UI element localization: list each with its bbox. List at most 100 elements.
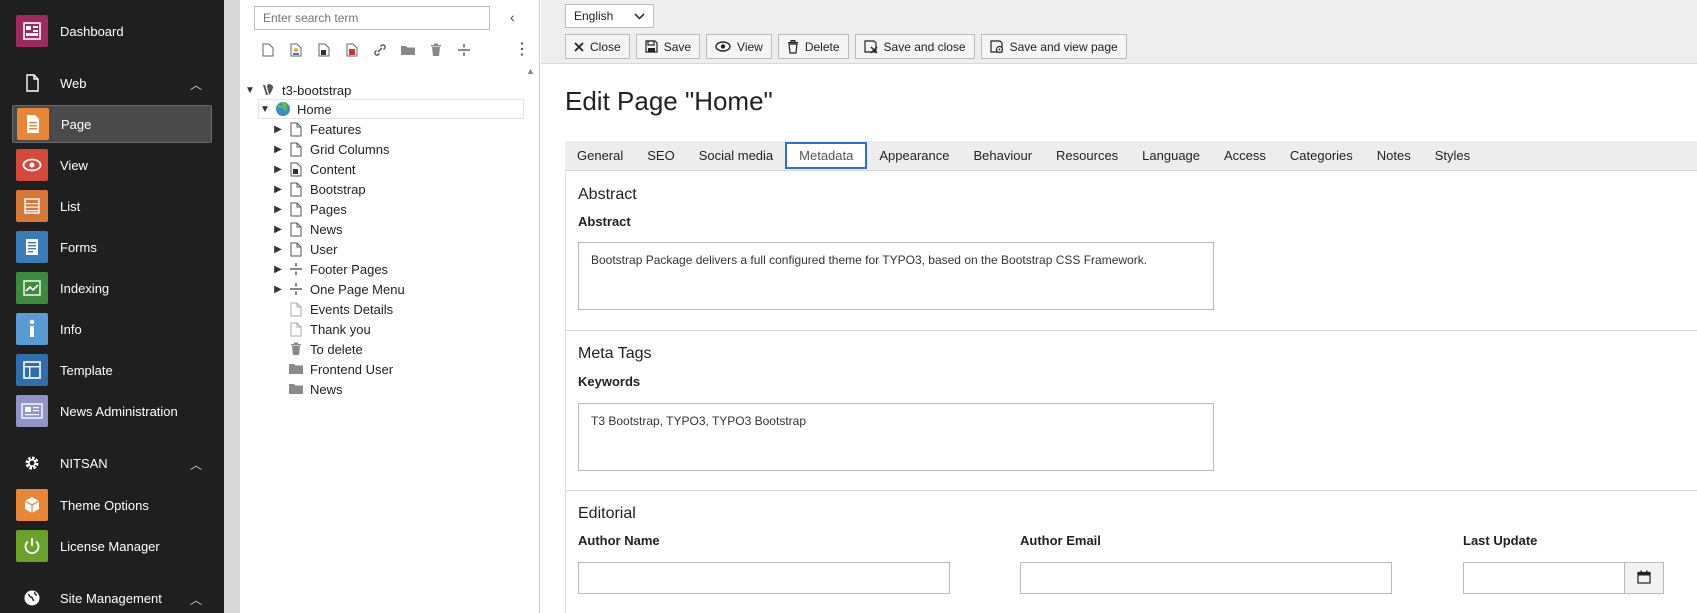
- tree-node[interactable]: To delete: [272, 339, 363, 359]
- tab-seo[interactable]: SEO: [635, 141, 686, 170]
- tab-styles[interactable]: Styles: [1423, 141, 1482, 170]
- tree-node[interactable]: ▶ One Page Menu: [272, 279, 405, 299]
- tree-search-input[interactable]: [254, 6, 490, 30]
- collapse-tree-icon[interactable]: ‹: [510, 9, 515, 25]
- tree-root[interactable]: ▼ t3-bootstrap: [244, 80, 351, 100]
- divider-icon[interactable]: [450, 40, 478, 60]
- tab-social-media[interactable]: Social media: [687, 141, 785, 170]
- tab-metadata[interactable]: Metadata: [785, 142, 868, 169]
- caret-right-icon[interactable]: ▶: [272, 164, 284, 175]
- calendar-button[interactable]: [1624, 562, 1664, 594]
- folder-icon[interactable]: [394, 40, 422, 60]
- caret-right-icon[interactable]: ▶: [272, 264, 284, 275]
- tree-node[interactable]: ▶ News: [272, 219, 343, 239]
- backend-user-page-icon[interactable]: [282, 40, 310, 60]
- group-web[interactable]: Web ︿: [12, 68, 212, 98]
- save-and-view-button[interactable]: Save and view page: [980, 34, 1127, 59]
- group-label: Site Management: [60, 590, 162, 606]
- tree-node-home[interactable]: ▼ Home: [258, 99, 524, 119]
- author-email-input[interactable]: [1020, 562, 1392, 594]
- tree-node-label: To delete: [310, 341, 363, 357]
- tab-categories[interactable]: Categories: [1278, 141, 1365, 170]
- save-button[interactable]: Save: [635, 34, 701, 59]
- tab-language[interactable]: Language: [1130, 141, 1212, 170]
- caret-down-icon[interactable]: ▼: [244, 85, 256, 96]
- file-icon: [16, 68, 48, 98]
- save-and-close-button[interactable]: Save and close: [854, 34, 975, 59]
- caret-down-icon[interactable]: ▼: [259, 104, 271, 115]
- module-dashboard[interactable]: Dashboard: [12, 12, 212, 50]
- page-icon: [288, 241, 304, 257]
- info-icon: [16, 313, 48, 345]
- tree-node[interactable]: ▶ Content: [272, 159, 355, 179]
- tree-node-label: Thank you: [310, 321, 371, 337]
- section-title: Editorial: [578, 505, 636, 522]
- form-tabs: General SEO Social media Metadata Appearance…: [565, 141, 1697, 171]
- new-page-icon[interactable]: [254, 40, 282, 60]
- author-name-input[interactable]: [578, 562, 950, 594]
- keywords-textarea[interactable]: T3 Bootstrap, TYPO3, TYPO3 Bootstrap: [578, 403, 1214, 471]
- caret-right-icon[interactable]: ▶: [272, 224, 284, 235]
- more-options-icon[interactable]: ⋮: [514, 40, 530, 60]
- trash-icon: [288, 341, 304, 357]
- tab-appearance[interactable]: Appearance: [867, 141, 961, 170]
- module-page[interactable]: Page: [12, 105, 212, 143]
- page-icon: [288, 181, 304, 197]
- module-info[interactable]: Info: [12, 310, 212, 348]
- tree-node[interactable]: ▶ Pages: [272, 199, 347, 219]
- module-indexing[interactable]: Indexing: [12, 269, 212, 307]
- module-list[interactable]: List: [12, 187, 212, 225]
- tree-node[interactable]: ▶ Grid Columns: [272, 139, 389, 159]
- tree-node[interactable]: Events Details: [272, 299, 393, 319]
- tree-node[interactable]: News: [272, 379, 343, 399]
- module-template[interactable]: Template: [12, 351, 212, 389]
- tree-node[interactable]: ▶ Features: [272, 119, 361, 139]
- close-button[interactable]: Close: [565, 34, 630, 59]
- tree-node-label: News: [310, 221, 343, 237]
- template-icon: [16, 354, 48, 386]
- link-page-icon[interactable]: [338, 40, 366, 60]
- scroll-up-icon[interactable]: ▲: [526, 66, 535, 76]
- shortcut-page-icon[interactable]: [310, 40, 338, 60]
- module-label: License Manager: [60, 538, 160, 554]
- module-view[interactable]: View: [12, 146, 212, 184]
- abstract-textarea[interactable]: Bootstrap Package delivers a full config…: [578, 242, 1214, 310]
- last-update-input[interactable]: [1463, 562, 1625, 594]
- tree-node-label: Features: [310, 121, 362, 137]
- module-theme-options[interactable]: Theme Options: [12, 486, 212, 524]
- language-select[interactable]: English: [565, 4, 654, 28]
- tree-node[interactable]: ▶ Bootstrap: [272, 179, 366, 199]
- tree-node[interactable]: Frontend User: [272, 359, 393, 379]
- tree-node-label: t3-bootstrap: [282, 82, 352, 98]
- tab-general[interactable]: General: [565, 141, 635, 170]
- tab-behaviour[interactable]: Behaviour: [961, 141, 1044, 170]
- delete-button[interactable]: Delete: [777, 34, 849, 59]
- caret-right-icon[interactable]: ▶: [272, 184, 284, 195]
- section-meta-tags: Meta Tags Keywords T3 Bootstrap, TYPO3, …: [565, 331, 1697, 489]
- caret-right-icon[interactable]: ▶: [272, 124, 284, 135]
- trash-icon[interactable]: [422, 40, 450, 60]
- caret-right-icon[interactable]: ▶: [272, 244, 284, 255]
- page-module-icon: [17, 108, 49, 140]
- module-forms[interactable]: Forms: [12, 228, 212, 266]
- view-button[interactable]: View: [706, 34, 772, 59]
- page-light-icon: [288, 301, 304, 317]
- page-tree: ‹ ⋮ ▲ ▼ t3-bootstrap ▼ Home ▶ Features: [240, 0, 540, 613]
- group-nitsan[interactable]: NITSAN ︿: [12, 448, 212, 478]
- module-news-administration[interactable]: News Administration: [12, 392, 212, 430]
- link-icon[interactable]: [366, 40, 394, 60]
- caret-right-icon[interactable]: ▶: [272, 284, 284, 295]
- globe-icon: [16, 583, 48, 613]
- tab-access[interactable]: Access: [1212, 141, 1278, 170]
- close-icon: [574, 41, 584, 52]
- caret-right-icon[interactable]: ▶: [272, 204, 284, 215]
- tree-node[interactable]: ▶ Footer Pages: [272, 259, 388, 279]
- tree-node[interactable]: ▶ User: [272, 239, 337, 259]
- caret-right-icon[interactable]: ▶: [272, 144, 284, 155]
- tree-resize-gutter[interactable]: [224, 0, 240, 613]
- tab-notes[interactable]: Notes: [1365, 141, 1423, 170]
- module-license-manager[interactable]: License Manager: [12, 527, 212, 565]
- tab-resources[interactable]: Resources: [1044, 141, 1130, 170]
- tree-node[interactable]: Thank you: [272, 319, 371, 339]
- group-site-management[interactable]: Site Management ︿: [12, 583, 212, 613]
